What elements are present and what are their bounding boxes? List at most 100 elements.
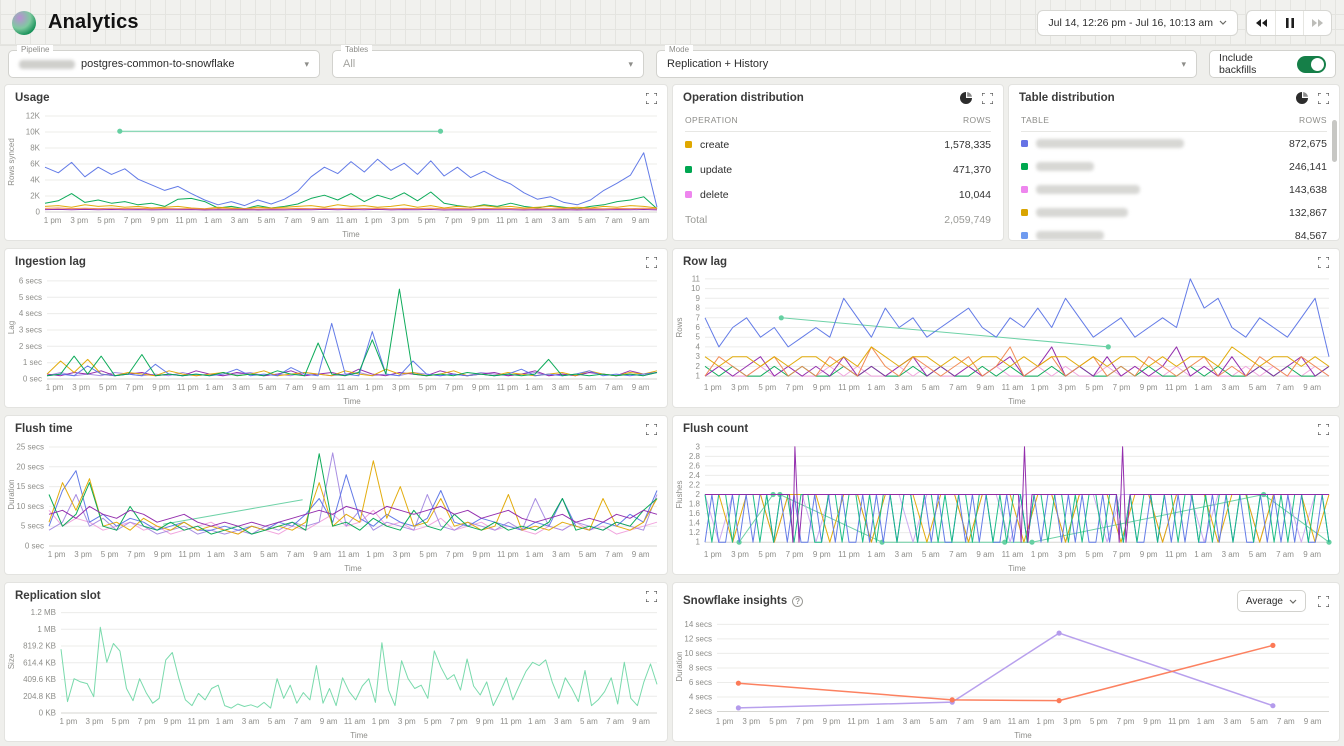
operation-name: create (700, 139, 729, 151)
svg-text:9 am: 9 am (1303, 550, 1321, 559)
expand-icon[interactable] (1318, 93, 1329, 104)
fast-forward-button[interactable] (1303, 11, 1331, 35)
svg-text:3 pm: 3 pm (1058, 383, 1076, 392)
expand-icon[interactable] (1318, 257, 1329, 268)
rewind-button[interactable] (1247, 11, 1275, 35)
svg-text:9 pm: 9 pm (1140, 383, 1158, 392)
chevron-down-icon: ▾ (294, 59, 309, 70)
expand-icon[interactable] (646, 93, 657, 104)
redacted-table-name (1036, 139, 1184, 148)
svg-text:5 pm: 5 pm (1090, 717, 1108, 726)
svg-text:5 pm: 5 pm (758, 383, 776, 392)
svg-text:0 KB: 0 KB (39, 709, 56, 718)
tables-label: Tables (341, 45, 372, 54)
svg-text:9 am: 9 am (632, 717, 650, 726)
table-row[interactable]: 132,867 (1021, 201, 1327, 224)
series-swatch (1021, 186, 1028, 193)
svg-text:5: 5 (696, 333, 701, 342)
svg-text:7 am: 7 am (956, 717, 974, 726)
expand-icon[interactable] (646, 424, 657, 435)
svg-text:1 pm: 1 pm (60, 717, 78, 726)
table-row[interactable]: update 471,370 (685, 157, 991, 182)
svg-text:11 pm: 11 pm (838, 550, 860, 559)
table-row[interactable]: 143,638 (1021, 178, 1327, 201)
mode-select[interactable]: Mode Replication + History ▾ (656, 50, 1197, 78)
svg-text:1 am: 1 am (526, 550, 544, 559)
table-row[interactable]: create 1,578,335 (685, 132, 991, 157)
svg-text:9 pm: 9 pm (823, 717, 841, 726)
svg-text:5 am: 5 am (1250, 717, 1268, 726)
svg-text:5 secs: 5 secs (19, 293, 42, 302)
redacted-table-name (1036, 208, 1128, 217)
svg-text:5 pm: 5 pm (418, 216, 436, 225)
include-backfills-label: Include backfills (1219, 52, 1289, 76)
svg-text:Flushes: Flushes (675, 480, 684, 508)
snowflake-insights-chart[interactable]: 2 secs4 secs6 secs8 secs10 secs12 secs14… (673, 614, 1339, 741)
svg-text:14 secs: 14 secs (684, 620, 712, 629)
pause-button[interactable] (1275, 11, 1303, 35)
svg-text:7 pm: 7 pm (786, 383, 804, 392)
svg-text:3: 3 (696, 442, 701, 451)
svg-text:11 pm: 11 pm (838, 383, 860, 392)
operation-distribution-title: Operation distribution (683, 92, 804, 104)
svg-text:7: 7 (696, 313, 701, 322)
svg-text:11 pm: 11 pm (497, 550, 519, 559)
svg-text:7 pm: 7 pm (796, 717, 814, 726)
svg-text:2: 2 (696, 362, 701, 371)
flush-count-chart[interactable]: 11.21.41.61.822.22.42.62.831 pm3 pm5 pm7… (673, 437, 1339, 574)
svg-text:1 pm: 1 pm (372, 717, 390, 726)
svg-text:7 pm: 7 pm (450, 717, 468, 726)
expand-icon[interactable] (1318, 424, 1329, 435)
include-backfills-toggle[interactable] (1297, 56, 1326, 73)
svg-text:5 pm: 5 pm (769, 717, 787, 726)
svg-text:11 am: 11 am (338, 550, 360, 559)
replication-slot-chart[interactable]: 0 KB204.8 KB409.6 KB614.4 KB819.2 KB1 MB… (5, 604, 667, 741)
svg-text:1 am: 1 am (867, 550, 885, 559)
chevron-down-icon: ▾ (1171, 59, 1186, 70)
scrollbar[interactable] (1332, 120, 1337, 162)
svg-text:7 pm: 7 pm (445, 216, 463, 225)
table-row[interactable]: delete 10,044 (685, 182, 991, 207)
row-lag-chart[interactable]: 12345678910111 pm3 pm5 pm7 pm9 pm11 pm1 … (673, 270, 1339, 407)
pie-chart-icon[interactable] (960, 92, 972, 104)
expand-icon[interactable] (1318, 596, 1329, 607)
ingestion-lag-chart[interactable]: 0 sec1 sec2 secs3 secs4 secs5 secs6 secs… (5, 270, 667, 407)
expand-icon[interactable] (646, 257, 657, 268)
svg-text:9 pm: 9 pm (151, 216, 169, 225)
aggregation-select[interactable]: Average (1237, 590, 1306, 612)
svg-text:2: 2 (696, 490, 701, 499)
svg-text:1: 1 (696, 372, 701, 381)
pie-chart-icon[interactable] (1296, 92, 1308, 104)
svg-text:1.2 MB: 1.2 MB (31, 608, 56, 617)
table-rows-value: 872,675 (1289, 138, 1327, 150)
operation-name: delete (700, 189, 729, 201)
pipeline-select[interactable]: Pipeline postgres-common-to-snowflake ▾ (8, 50, 320, 78)
svg-text:5 pm: 5 pm (97, 216, 115, 225)
flush-time-chart[interactable]: 0 sec5 secs10 secs15 secs20 secs25 secs1… (5, 437, 667, 574)
svg-text:12K: 12K (26, 112, 41, 121)
series-swatch (1021, 140, 1028, 147)
expand-icon[interactable] (982, 93, 993, 104)
svg-text:9 am: 9 am (983, 717, 1001, 726)
svg-text:11 am: 11 am (336, 216, 358, 225)
help-icon[interactable]: ? (792, 596, 803, 607)
table-distribution-table[interactable]: TABLE ROWS 872,675 246,141 (1009, 106, 1339, 240)
expand-icon[interactable] (646, 591, 657, 602)
svg-text:9 pm: 9 pm (813, 550, 831, 559)
svg-text:1: 1 (696, 538, 701, 547)
tables-select[interactable]: Tables All ▾ (332, 50, 644, 78)
svg-text:11 pm: 11 pm (500, 717, 522, 726)
svg-text:5 am: 5 am (1249, 383, 1267, 392)
table-row[interactable]: 872,675 (1021, 132, 1327, 155)
table-row[interactable]: 84,567 (1021, 224, 1327, 240)
table-distribution-title: Table distribution (1019, 92, 1115, 104)
table-row[interactable]: 246,141 (1021, 155, 1327, 178)
tables-value: All (343, 58, 355, 70)
table-rows-value: 143,638 (1289, 184, 1327, 196)
svg-text:3 pm: 3 pm (391, 216, 409, 225)
svg-text:614.4 KB: 614.4 KB (23, 658, 56, 667)
date-range-picker[interactable]: Jul 14, 12:26 pm - Jul 16, 10:13 am (1037, 10, 1238, 36)
series-swatch (685, 141, 692, 148)
usage-chart[interactable]: 02K4K6K8K10K12K1 pm3 pm5 pm7 pm9 pm11 pm… (5, 106, 667, 240)
svg-text:3: 3 (696, 352, 701, 361)
